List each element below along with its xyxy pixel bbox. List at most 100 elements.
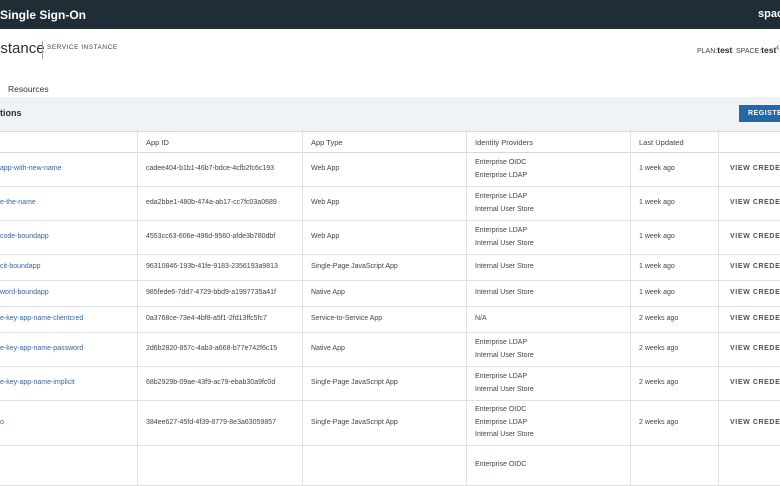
app-name-link[interactable]: e-key-app-name-implicit: [0, 377, 75, 390]
identity-provider: Internal User Store: [475, 351, 534, 359]
instance-header: nstance SERVICE INSTANCE PLAN:test SPACE…: [0, 29, 780, 76]
actions-cell: VIEW CREDENT: [730, 187, 780, 220]
header-more-icon[interactable]: ‹: [776, 42, 779, 53]
column-divider: [718, 307, 719, 332]
column-header-app-id: App ID: [146, 138, 169, 147]
identity-providers-cell: Enterprise LDAP Internal User Store: [475, 367, 534, 400]
actions-cell: VIEW CREDENT: [730, 281, 780, 306]
table-row: e-key-app-name-implicit 68b2929b-09ae-43f…: [0, 367, 780, 401]
identity-provider: Enterprise LDAP: [475, 373, 528, 380]
app-name-link[interactable]: code-boundapp: [0, 231, 49, 244]
last-updated: 2 weeks ago: [639, 315, 679, 323]
applications-section-header: tions REGISTER: [0, 97, 780, 131]
app-type-cell: Web App: [311, 187, 339, 220]
app-id: 2d6b2820-857c-4ab3-a668-b77e742f6c15: [146, 345, 278, 353]
app-name-link[interactable]: e-key-app-name-password: [0, 343, 83, 356]
view-credentials-button[interactable]: VIEW CREDENT: [730, 231, 780, 244]
column-divider: [718, 255, 719, 280]
applications-table: App ID App Type Identity Providers Last …: [0, 131, 780, 486]
identity-providers-cell: Enterprise OIDC: [475, 446, 526, 485]
app-name-link[interactable]: o: [0, 417, 4, 430]
column-divider: [630, 221, 631, 254]
app-id-cell: cadee404-b1b1-46b7-bdce-4cfb2fc6c193: [146, 153, 274, 186]
column-divider: [630, 132, 631, 153]
column-header-app-type: App Type: [311, 138, 343, 147]
column-divider: [630, 307, 631, 332]
column-divider: [302, 187, 303, 220]
identity-provider: Enterprise LDAP: [475, 418, 528, 426]
column-divider: [466, 401, 467, 445]
table-body: app-with-new-name cadee404-b1b1-46b7-bdce…: [0, 153, 780, 486]
view-credentials-button[interactable]: VIEW CREDENT: [730, 313, 780, 326]
view-credentials-button[interactable]: VIEW CREDENT: [730, 417, 780, 430]
app-name-cell: e-key-app-name-implicit: [0, 367, 75, 400]
actions-cell: VIEW CREDENT: [730, 401, 780, 445]
column-divider: [302, 401, 303, 445]
column-divider: [630, 446, 631, 485]
app-id-cell: 4553cc63-606e-496d-9560-afde3b780dbf: [146, 221, 275, 254]
identity-provider: Enterprise LDAP: [475, 339, 528, 346]
app-id: 0a3768ce-73e4-4bf8-a5f1-2fd13ffc5fc7: [146, 315, 267, 323]
view-credentials-button[interactable]: VIEW CREDENT: [730, 343, 780, 356]
column-divider: [137, 401, 138, 445]
identity-providers-cell: Enterprise LDAP Internal User Store: [475, 221, 534, 254]
identity-provider: Enterprise OIDC: [475, 406, 527, 414]
column-divider: [137, 367, 138, 400]
header-divider: [42, 41, 43, 59]
column-divider: [137, 132, 138, 153]
identity-providers-cell: Enterprise LDAP Internal User Store: [475, 187, 534, 220]
column-divider: [466, 221, 467, 254]
tab-resources[interactable]: Resources: [8, 84, 49, 94]
last-updated-cell: 1 week ago: [639, 281, 675, 306]
app-name-link[interactable]: e-the-name: [0, 197, 36, 210]
identity-providers-cell: Internal User Store: [475, 281, 534, 306]
space-value: test: [761, 45, 777, 55]
column-divider: [137, 307, 138, 332]
table-row: app-with-new-name cadee404-b1b1-46b7-bdce…: [0, 153, 780, 187]
column-divider: [630, 367, 631, 400]
space-selector[interactable]: space: [758, 8, 780, 20]
view-credentials-button[interactable]: VIEW CREDENT: [730, 377, 780, 390]
column-divider: [302, 446, 303, 485]
last-updated-cell: 2 weeks ago: [639, 307, 678, 332]
plan-info: PLAN:test: [697, 45, 732, 55]
column-divider: [466, 132, 467, 153]
last-updated: 1 week ago: [639, 263, 675, 271]
app-type-cell: Native App: [311, 281, 345, 306]
column-divider: [466, 281, 467, 306]
view-credentials-button[interactable]: VIEW CREDENT: [730, 261, 780, 274]
app-id-cell: 68b2929b-09ae-43f9-ac79-ebab30a9fc0d: [146, 367, 275, 400]
column-divider: [466, 153, 467, 186]
column-divider: [630, 255, 631, 280]
table-row: e-key-app-name-password 2d6b2820-857c-4ab…: [0, 333, 780, 367]
app-type: Web App: [311, 233, 340, 241]
app-name-link[interactable]: app-with-new-name: [0, 163, 61, 176]
app-name-link[interactable]: cit-boundapp: [0, 261, 40, 274]
app-id-cell: 2d6b2820-857c-4ab3-a668-b77e742f6c15: [146, 333, 277, 366]
app-id-cell: 985fede6-7dd7-4729-bbd9-a1997735a41f: [146, 281, 276, 306]
view-credentials-button[interactable]: VIEW CREDENT: [730, 163, 780, 176]
register-button[interactable]: REGISTER: [739, 105, 780, 122]
column-divider: [466, 333, 467, 366]
app-id: 96310846-193b-41fe-9183-2356193a9813: [146, 263, 278, 271]
app-title[interactable]: Single Sign-On: [0, 8, 86, 22]
view-credentials-button[interactable]: VIEW CREDENT: [730, 287, 780, 300]
app-type-cell: Service-to-Service App: [311, 307, 382, 332]
column-divider: [718, 221, 719, 254]
identity-provider: Internal User Store: [475, 263, 534, 271]
app-type: Service-to-Service App: [311, 315, 383, 323]
app-name-cell: e-the-name: [0, 187, 36, 220]
app-type-cell: Single-Page JavaScript App: [311, 401, 398, 445]
identity-provider: N/A: [475, 315, 487, 323]
actions-cell: VIEW CREDENT: [730, 307, 780, 332]
column-divider: [466, 187, 467, 220]
last-updated-cell: 1 week ago: [639, 221, 675, 254]
space-info: SPACE:test: [736, 45, 776, 55]
column-divider: [718, 333, 719, 366]
actions-cell: VIEW CREDENT: [730, 221, 780, 254]
column-divider: [466, 446, 467, 485]
app-name-link[interactable]: e-key-app-name-clientcred: [0, 313, 83, 326]
app-type: Native App: [311, 345, 345, 353]
app-name-link[interactable]: word-boundapp: [0, 287, 49, 300]
view-credentials-button[interactable]: VIEW CREDENT: [730, 197, 780, 210]
